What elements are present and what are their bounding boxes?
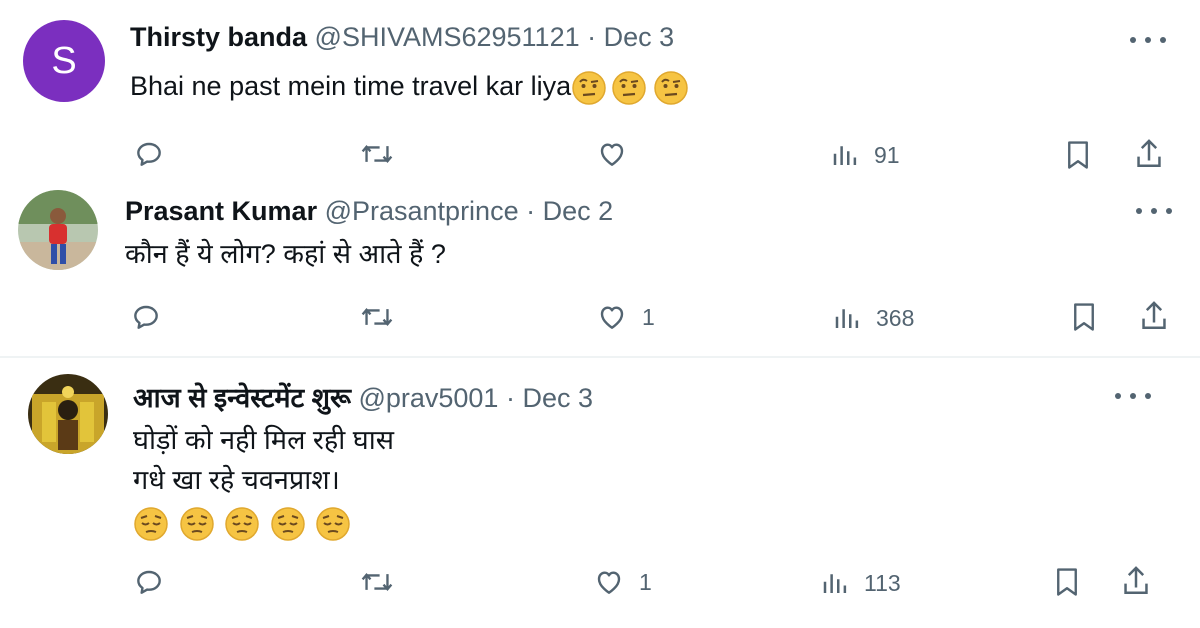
tweet-line: घोड़ों को नही मिल रही घास [133,425,394,455]
pensive-face-icon [270,507,305,541]
author-name[interactable]: Prasant Kumar [125,196,317,226]
author-handle[interactable]: @Prasantprince [325,196,519,226]
avatar[interactable] [28,374,108,454]
bookmark-button[interactable] [1052,565,1082,599]
emoji-group [133,502,394,542]
avatar[interactable]: S [23,20,105,102]
tweet-line: कौन हैं ये लोग? कहां से आते हैं ? [125,239,446,269]
more-icon[interactable] [1136,199,1172,223]
like-button[interactable]: 1 [596,301,655,333]
face-with-raised-eyebrow-icon [612,71,646,105]
tweet-line: गधे खा रहे चवनप्राश। [133,465,340,495]
share-icon [1124,566,1148,595]
views-icon [823,574,847,593]
tweet-text: कौन हैं ये लोग? कहां से आते हैं ? [125,234,446,274]
reply-icon [137,570,161,594]
tweet-date[interactable]: Dec 3 [522,383,593,413]
avatar-letter: S [51,39,77,82]
author-handle[interactable]: @SHIVAMS62951121 [315,22,580,52]
like-button[interactable] [596,138,642,170]
tweet-text: Bhai ne past mein time travel kar liya [130,66,689,106]
like-icon [600,306,624,329]
like-count: 1 [639,568,652,595]
views-button[interactable]: 91 [830,140,900,170]
reply-tweet-1[interactable]: S Thirsty banda @SHIVAMS62951121 · Dec 3… [0,0,1200,190]
like-count: 1 [642,303,655,330]
face-with-raised-eyebrow-icon [654,71,688,105]
author-name[interactable]: आज से इन्वेस्टमेंट शुरू [133,383,351,413]
views-icon [835,309,859,328]
separator-dot: · [505,383,515,413]
reply-button[interactable] [133,566,165,598]
tweet-line: Bhai ne past mein time travel kar liya [130,71,572,101]
pensive-face-icon [316,507,350,541]
views-count: 368 [876,304,915,331]
avatar[interactable] [18,190,98,270]
repost-button[interactable] [360,566,394,598]
bookmark-button[interactable] [1063,138,1093,172]
pensive-face-icon [225,507,259,541]
pensive-face-icon [179,507,214,541]
tweet-text: घोड़ों को नही मिल रही घास गधे खा रहे चवन… [133,420,394,542]
reply-icon [137,142,161,166]
avatar-photo [18,190,98,270]
views-button[interactable]: 113 [820,568,901,598]
bookmark-icon [1074,303,1094,331]
repost-icon [361,144,393,164]
like-icon [597,571,621,594]
reply-tweet-2[interactable]: Prasant Kumar @Prasantprince · Dec 2 कौन… [0,190,1200,355]
views-button[interactable]: 368 [832,303,914,333]
views-icon [833,146,857,165]
reply-tweet-3[interactable]: आज से इन्वेस्टमेंट शुरू @prav5001 · Dec … [0,358,1200,628]
more-icon[interactable] [1115,384,1151,408]
pensive-face-icon [134,507,168,541]
share-button[interactable] [1133,137,1165,171]
separator-dot: · [587,22,597,52]
tweet-date[interactable]: Dec 3 [604,22,675,52]
reply-button[interactable] [133,138,165,170]
author-name[interactable]: Thirsty banda [130,22,307,52]
share-button[interactable] [1120,564,1152,598]
emoji-group [571,71,689,105]
face-with-raised-eyebrow-icon [572,71,606,105]
avatar-photo [28,374,108,454]
like-icon [600,143,624,166]
repost-button[interactable] [360,138,394,170]
bookmark-button[interactable] [1069,300,1099,334]
separator-dot: · [526,196,536,226]
share-icon [1142,301,1166,330]
bookmark-icon [1057,568,1077,596]
repost-button[interactable] [360,301,394,333]
more-icon[interactable] [1130,28,1166,52]
author-handle[interactable]: @prav5001 [358,383,498,413]
views-count: 91 [874,141,900,168]
reply-icon [134,305,158,329]
repost-icon [361,572,393,592]
reply-button[interactable] [130,301,162,333]
views-count: 113 [864,569,901,596]
share-button[interactable] [1138,299,1170,333]
share-icon [1137,139,1161,168]
repost-icon [361,307,393,327]
tweet-date[interactable]: Dec 2 [543,196,614,226]
bookmark-icon [1068,141,1088,169]
like-button[interactable]: 1 [593,566,652,598]
